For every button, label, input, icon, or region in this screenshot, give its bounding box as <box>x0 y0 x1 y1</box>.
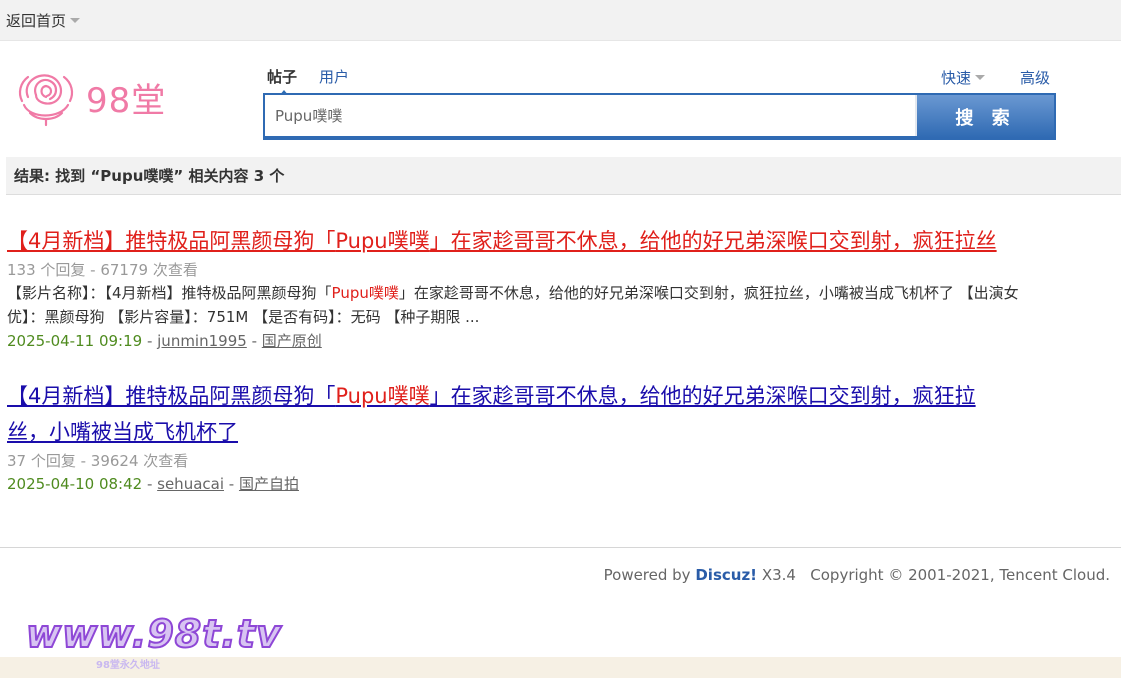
result-title-link[interactable]: 【4月新档】推特极品阿黑颜母狗「Pupu噗噗」在家趁哥哥不休息，给他的好兄弟深喉… <box>7 378 1007 450</box>
author-link[interactable]: sehuacai <box>157 475 224 493</box>
title-highlight: Pupu噗噗 <box>335 229 430 253</box>
search-button[interactable]: 搜 索 <box>917 95 1054 138</box>
logo-text: 98堂 <box>86 80 167 121</box>
footer-divider <box>0 547 1121 548</box>
back-home-link[interactable]: 返回首页 <box>6 10 81 31</box>
result-title-link[interactable]: 【4月新档】推特极品阿黑颜母狗「Pupu噗噗」在家趁哥哥不休息，给他的好兄弟深喉… <box>7 223 1037 259</box>
site-watermark: www.98t.tv <box>25 611 282 657</box>
summary-highlight: Pupu噗噗 <box>331 284 399 302</box>
tab-users[interactable]: 用户 <box>319 66 349 87</box>
forum-link[interactable]: 国产原创 <box>262 332 322 350</box>
version: X3.4 <box>761 566 796 584</box>
search-box: 搜 索 <box>263 93 1056 140</box>
discuz-link[interactable]: Discuz! <box>695 566 757 584</box>
site-logo[interactable]: 98堂 <box>14 66 174 128</box>
advanced-search-link[interactable]: 高级 <box>1020 67 1050 88</box>
summary-text: 【影片名称】：【4月新档】推特极品阿黑颜母狗「 <box>7 284 332 302</box>
author-link[interactable]: junmin1995 <box>157 332 247 350</box>
search-tabs: 帖子 用户 <box>267 66 349 96</box>
rose-icon <box>18 74 74 127</box>
result-item: 【4月新档】推特极品阿黑颜母狗「Pupu噗噗」在家趁哥哥不休息，给他的好兄弟深喉… <box>7 378 1007 496</box>
title-text: 【4月新档】推特极品阿黑颜母狗「 <box>7 229 336 253</box>
chevron-down-icon <box>70 18 81 23</box>
top-bar: 返回首页 <box>0 0 1121 41</box>
result-summary: 【影片名称】：【4月新档】推特极品阿黑颜母狗「Pupu噗噗」在家趁哥哥不休息，给… <box>7 281 1037 329</box>
tab-posts[interactable]: 帖子 <box>267 66 297 96</box>
result-info: 2025-04-10 08:42 - sehuacai - 国产自拍 <box>7 475 299 493</box>
quick-search-dropdown[interactable]: 快速 <box>941 67 986 88</box>
watermark-subtitle: 98堂永久地址 <box>96 660 160 671</box>
back-home-label: 返回首页 <box>6 12 67 30</box>
title-text: 【4月新档】推特极品阿黑颜母狗「 <box>7 384 336 408</box>
footer: Powered by Discuz! X3.4 Copyright © 2001… <box>604 566 1110 584</box>
forum-link[interactable]: 国产自拍 <box>239 475 299 493</box>
result-meta: 133 个回复 - 67179 次查看 <box>7 261 198 279</box>
result-item: 【4月新档】推特极品阿黑颜母狗「Pupu噗噗」在家趁哥哥不休息，给他的好兄弟深喉… <box>7 223 1037 353</box>
post-date: 2025-04-11 09:19 <box>7 332 143 350</box>
copyright: Copyright © 2001-2021, Tencent Cloud. <box>810 566 1110 584</box>
bottom-strip <box>0 657 1121 678</box>
quick-label: 快速 <box>941 69 972 87</box>
title-highlight: Pupu噗噗 <box>335 384 430 408</box>
search-input[interactable] <box>265 95 917 136</box>
powered-by: Powered by <box>603 566 691 584</box>
chevron-down-icon <box>975 75 986 80</box>
post-date: 2025-04-10 08:42 <box>7 475 143 493</box>
result-info: 2025-04-11 09:19 - junmin1995 - 国产原创 <box>7 332 322 350</box>
result-meta: 37 个回复 - 39624 次查看 <box>7 452 189 470</box>
result-count-header: 结果: 找到 “Pupu噗噗” 相关内容 3 个 <box>6 157 1121 195</box>
title-text: 」在家趁哥哥不休息，给他的好兄弟深喉口交到射，疯狂拉丝 <box>429 229 997 253</box>
